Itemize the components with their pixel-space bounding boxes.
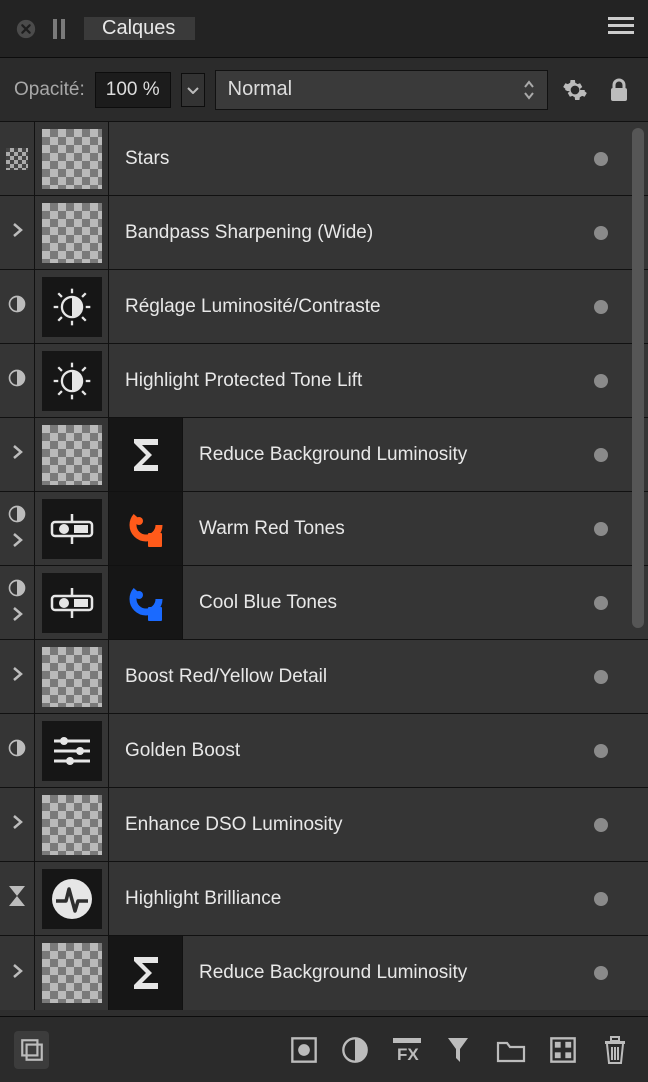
layer-thumbnail[interactable] (35, 788, 109, 861)
opacity-label: Opacité: (14, 79, 85, 101)
layers-panel: Stars Bandpass Sharpening (Wide) Réglage L… (0, 122, 648, 1016)
visibility-dot[interactable] (594, 892, 608, 906)
layer-flags[interactable] (0, 788, 35, 861)
layer-row[interactable]: Warm Red Tones (0, 492, 648, 566)
layer-row[interactable]: Golden Boost (0, 714, 648, 788)
layer-flags[interactable] (0, 344, 35, 417)
layer-row[interactable]: Réglage Luminosité/Contraste (0, 270, 648, 344)
layer-thumbnail[interactable] (35, 640, 109, 713)
pause-icon[interactable] (52, 19, 66, 39)
layer-name[interactable]: Réglage Luminosité/Contraste (109, 296, 594, 318)
footer-bar: FX (0, 1016, 648, 1082)
layer-name[interactable]: Warm Red Tones (183, 518, 594, 540)
layer-name[interactable]: Cool Blue Tones (183, 592, 594, 614)
layer-name[interactable]: Highlight Protected Tone Lift (109, 370, 594, 392)
layer-thumbnail[interactable] (35, 122, 109, 195)
layer-name[interactable]: Enhance DSO Luminosity (109, 814, 594, 836)
live-filter-icon[interactable] (441, 1031, 476, 1069)
mask-icon[interactable] (286, 1031, 321, 1069)
tab-layers[interactable]: Calques (84, 17, 195, 40)
adjustment-icon[interactable] (338, 1031, 373, 1069)
layer-row[interactable]: Reduce Background Luminosity (0, 936, 648, 1010)
layer-name[interactable]: Highlight Brilliance (109, 888, 594, 910)
layer-flags[interactable] (0, 640, 35, 713)
layer-name[interactable]: Boost Red/Yellow Detail (109, 666, 594, 688)
tab-label: Calques (102, 17, 175, 40)
layer-flags[interactable] (0, 418, 35, 491)
opacity-stepper[interactable] (181, 73, 205, 107)
layer-flags[interactable] (0, 566, 35, 639)
layer-name[interactable]: Stars (109, 148, 594, 170)
folder-icon[interactable] (492, 1031, 530, 1069)
layer-flags[interactable] (0, 270, 35, 343)
close-icon[interactable] (12, 15, 40, 43)
layer-row[interactable]: Reduce Background Luminosity (0, 418, 648, 492)
new-pixel-layer-icon[interactable] (544, 1031, 582, 1069)
blend-mode-label: Normal (228, 78, 292, 101)
visibility-dot[interactable] (594, 818, 608, 832)
layer-name[interactable]: Bandpass Sharpening (Wide) (109, 222, 594, 244)
layer-thumbnail[interactable] (35, 566, 109, 639)
visibility-dot[interactable] (594, 300, 608, 314)
layer-row[interactable]: Bandpass Sharpening (Wide) (0, 196, 648, 270)
layer-flags[interactable] (0, 714, 35, 787)
fx-icon[interactable]: FX (389, 1031, 424, 1069)
layer-name[interactable]: Reduce Background Luminosity (183, 444, 594, 466)
visibility-dot[interactable] (594, 448, 608, 462)
layer-thumbnail[interactable] (35, 344, 109, 417)
layer-thumbnail[interactable] (35, 714, 109, 787)
layer-extra-recolor-red[interactable] (109, 492, 183, 565)
gear-icon[interactable] (558, 73, 592, 107)
layer-thumbnail[interactable] (35, 862, 109, 935)
visibility-dot[interactable] (594, 670, 608, 684)
panel-menu-icon[interactable] (608, 16, 634, 41)
visibility-dot[interactable] (594, 522, 608, 536)
layer-row[interactable]: Boost Red/Yellow Detail (0, 640, 648, 714)
layer-thumbnail[interactable] (35, 270, 109, 343)
layer-extra-sigma[interactable] (109, 936, 183, 1010)
title-bar: Calques (0, 0, 648, 58)
layer-name[interactable]: Reduce Background Luminosity (183, 962, 594, 984)
select-carets-icon (523, 79, 535, 101)
options-bar: Opacité: 100 % Normal (0, 58, 648, 122)
lock-icon[interactable] (602, 73, 636, 107)
layer-flags[interactable] (0, 492, 35, 565)
layer-row[interactable]: Highlight Brilliance (0, 862, 648, 936)
layer-row[interactable]: Cool Blue Tones (0, 566, 648, 640)
layer-flags[interactable] (0, 196, 35, 269)
layer-name[interactable]: Golden Boost (109, 740, 594, 762)
layer-flags[interactable] (0, 122, 35, 195)
visibility-dot[interactable] (594, 966, 608, 980)
layer-thumbnail[interactable] (35, 492, 109, 565)
layer-stack-icon[interactable] (14, 1031, 49, 1069)
scrollbar[interactable] (632, 128, 644, 628)
layer-row[interactable]: Highlight Protected Tone Lift (0, 344, 648, 418)
layer-row[interactable]: Enhance DSO Luminosity (0, 788, 648, 862)
layer-thumbnail[interactable] (35, 418, 109, 491)
visibility-dot[interactable] (594, 744, 608, 758)
visibility-dot[interactable] (594, 374, 608, 388)
layer-row[interactable]: Stars (0, 122, 648, 196)
blend-mode-select[interactable]: Normal (215, 70, 548, 110)
svg-text:FX: FX (397, 1045, 419, 1063)
opacity-value[interactable]: 100 % (95, 72, 171, 108)
visibility-dot[interactable] (594, 226, 608, 240)
layer-extra-sigma[interactable] (109, 418, 183, 491)
layer-flags[interactable] (0, 936, 35, 1010)
layer-extra-recolor-blue[interactable] (109, 566, 183, 639)
layer-thumbnail[interactable] (35, 936, 109, 1010)
visibility-dot[interactable] (594, 152, 608, 166)
layer-thumbnail[interactable] (35, 196, 109, 269)
visibility-dot[interactable] (594, 596, 608, 610)
trash-icon[interactable] (596, 1031, 634, 1069)
layer-flags[interactable] (0, 862, 35, 935)
